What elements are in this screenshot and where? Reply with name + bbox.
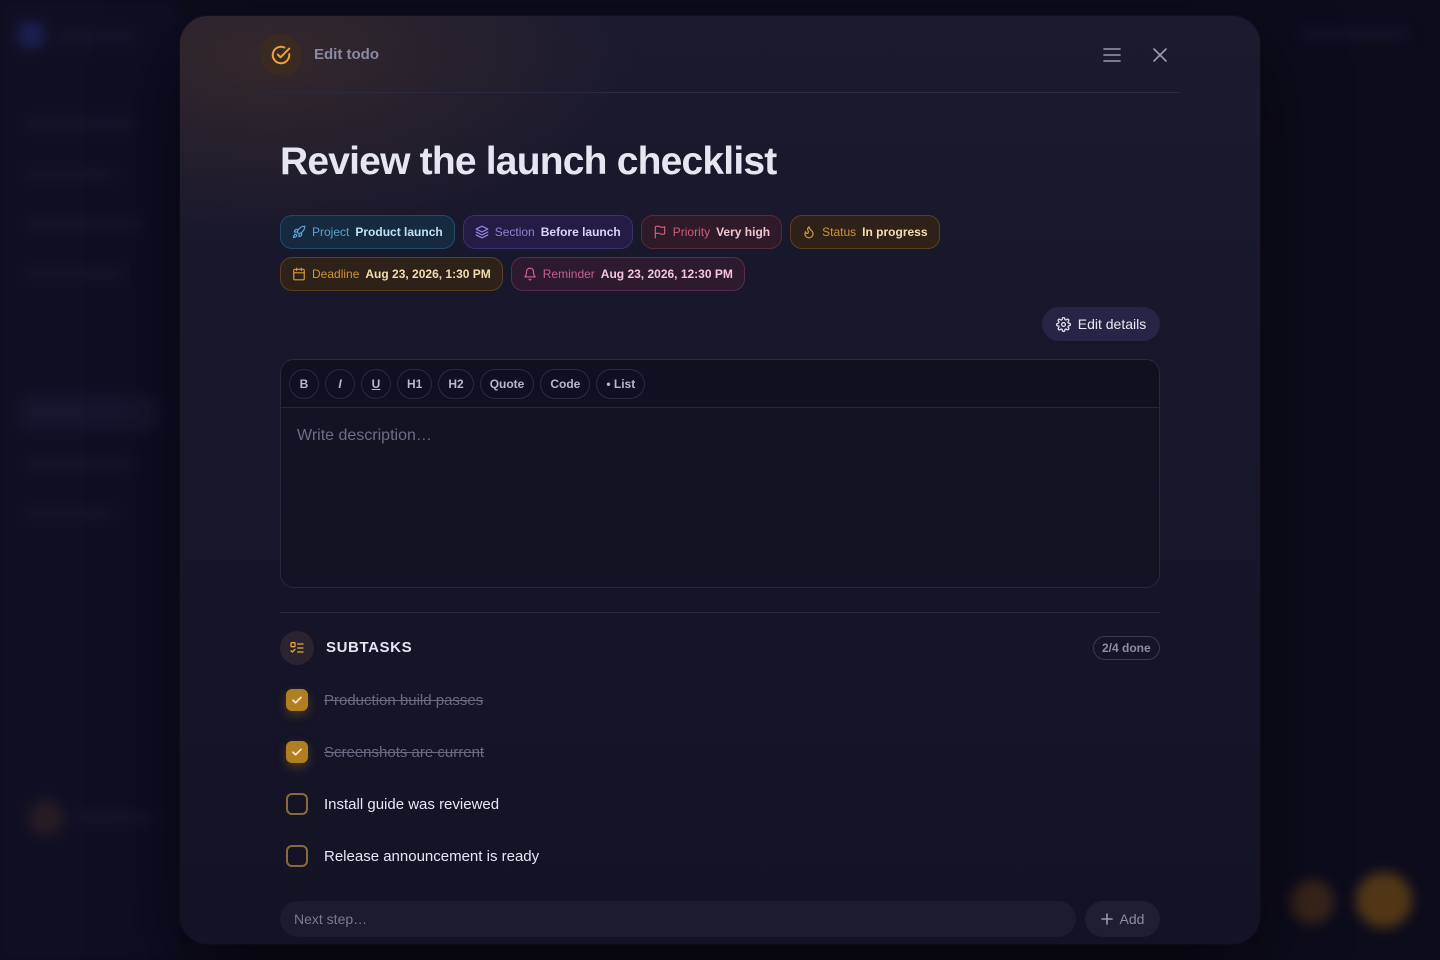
priority-chip-key: Priority	[672, 225, 711, 239]
edit-details-button[interactable]: Edit details	[1042, 307, 1160, 341]
subtasks-count-badge: 2/4 done	[1093, 636, 1160, 660]
status-chip[interactable]: Status In progress	[790, 215, 940, 249]
date-chips-row: Deadline Aug 23, 2026, 1:30 PM Reminder …	[280, 257, 1180, 291]
project-chip-key: Project	[312, 225, 350, 239]
editor-toolbar: B I U H1 H2 Quote Code • List	[281, 360, 1159, 408]
code-button[interactable]: Code	[540, 368, 591, 399]
background-avatar	[28, 800, 64, 836]
background-line	[24, 460, 134, 468]
section-divider	[280, 612, 1160, 613]
meta-chips-row: Project Product launch Section Before la…	[280, 215, 1180, 249]
close-button[interactable]	[1145, 40, 1175, 70]
flag-icon	[654, 225, 665, 239]
background-logo	[18, 22, 44, 48]
flame-icon	[804, 226, 814, 239]
heading2-button[interactable]: H2	[438, 368, 474, 399]
priority-chip[interactable]: Priority Very high	[640, 215, 783, 249]
edit-details-label: Edit details	[1077, 316, 1147, 332]
bold-button[interactable]: B	[289, 368, 319, 399]
subtask-label: Install guide was reviewed	[324, 795, 500, 813]
rocket-icon	[292, 225, 306, 239]
quote-button[interactable]: Quote	[479, 368, 535, 399]
subtask-item[interactable]: Production build passes	[286, 688, 483, 712]
background-orb	[1356, 872, 1412, 928]
plus-icon	[1100, 913, 1113, 925]
background-line	[76, 814, 156, 822]
subtask-checkbox[interactable]	[286, 741, 308, 763]
background-line	[56, 33, 136, 41]
add-subtask-button[interactable]: Add	[1085, 901, 1160, 937]
checklist-icon	[280, 631, 314, 665]
status-chip-key: Status	[822, 225, 857, 239]
subtask-item[interactable]: Install guide was reviewed	[286, 792, 499, 816]
modal-title: Edit todo	[314, 46, 379, 63]
list-button[interactable]: • List	[596, 368, 646, 399]
check-circle-icon	[260, 34, 302, 76]
edit-todo-modal: Edit todo Review the launch checklist Pr…	[180, 16, 1260, 944]
close-icon	[1153, 48, 1167, 62]
subtask-checkbox[interactable]	[286, 845, 308, 867]
deadline-chip-value: Aug 23, 2026, 1:30 PM	[365, 267, 491, 281]
reminder-chip-key: Reminder	[542, 267, 595, 281]
reminder-chip-value: Aug 23, 2026, 12:30 PM	[600, 267, 733, 281]
reminder-chip[interactable]: Reminder Aug 23, 2026, 12:30 PM	[510, 257, 745, 291]
background-line	[24, 120, 134, 128]
todo-title[interactable]: Review the launch checklist	[280, 140, 777, 184]
project-chip-value: Product launch	[355, 225, 443, 239]
subtask-item[interactable]: Release announcement is ready	[286, 844, 539, 868]
section-chip[interactable]: Section Before launch	[462, 215, 633, 249]
description-editor: B I U H1 H2 Quote Code • List	[280, 359, 1160, 588]
check-icon	[292, 748, 302, 756]
menu-button[interactable]	[1097, 40, 1127, 70]
subtask-label: Screenshots are current	[324, 743, 485, 761]
background-active-item	[20, 396, 160, 430]
subtask-item[interactable]: Screenshots are current	[286, 740, 484, 764]
background-line	[24, 270, 124, 278]
bell-icon	[523, 267, 536, 281]
project-chip[interactable]: Project Product launch	[280, 215, 455, 249]
priority-chip-value: Very high	[716, 225, 771, 239]
layers-icon	[475, 225, 489, 239]
add-subtask-label: Add	[1119, 911, 1145, 927]
heading1-button[interactable]: H1	[397, 368, 433, 399]
modal-header: Edit todo	[258, 16, 1180, 93]
subtask-checkbox[interactable]	[286, 689, 308, 711]
background-line	[24, 510, 114, 518]
check-icon	[292, 696, 302, 704]
section-chip-key: Section	[494, 225, 535, 239]
subtask-label: Release announcement is ready	[324, 847, 540, 865]
new-subtask-input[interactable]	[280, 901, 1076, 937]
gear-icon	[1055, 316, 1071, 332]
subtask-checkbox[interactable]	[286, 793, 308, 815]
description-input[interactable]	[281, 408, 1159, 587]
calendar-icon	[293, 267, 305, 281]
deadline-chip-key: Deadline	[312, 267, 360, 281]
italic-button[interactable]: I	[325, 368, 355, 399]
status-chip-value: In progress	[862, 225, 928, 239]
background-line	[24, 170, 114, 178]
underline-button[interactable]: U	[361, 368, 391, 399]
subtask-label: Production build passes	[324, 691, 484, 709]
menu-icon	[1103, 48, 1121, 62]
background-line	[24, 220, 144, 228]
section-chip-value: Before launch	[540, 225, 621, 239]
background-orb	[1290, 880, 1334, 924]
background-line	[1300, 30, 1410, 38]
deadline-chip[interactable]: Deadline Aug 23, 2026, 1:30 PM	[280, 257, 503, 291]
subtasks-heading: SUBTASKS	[326, 639, 413, 656]
